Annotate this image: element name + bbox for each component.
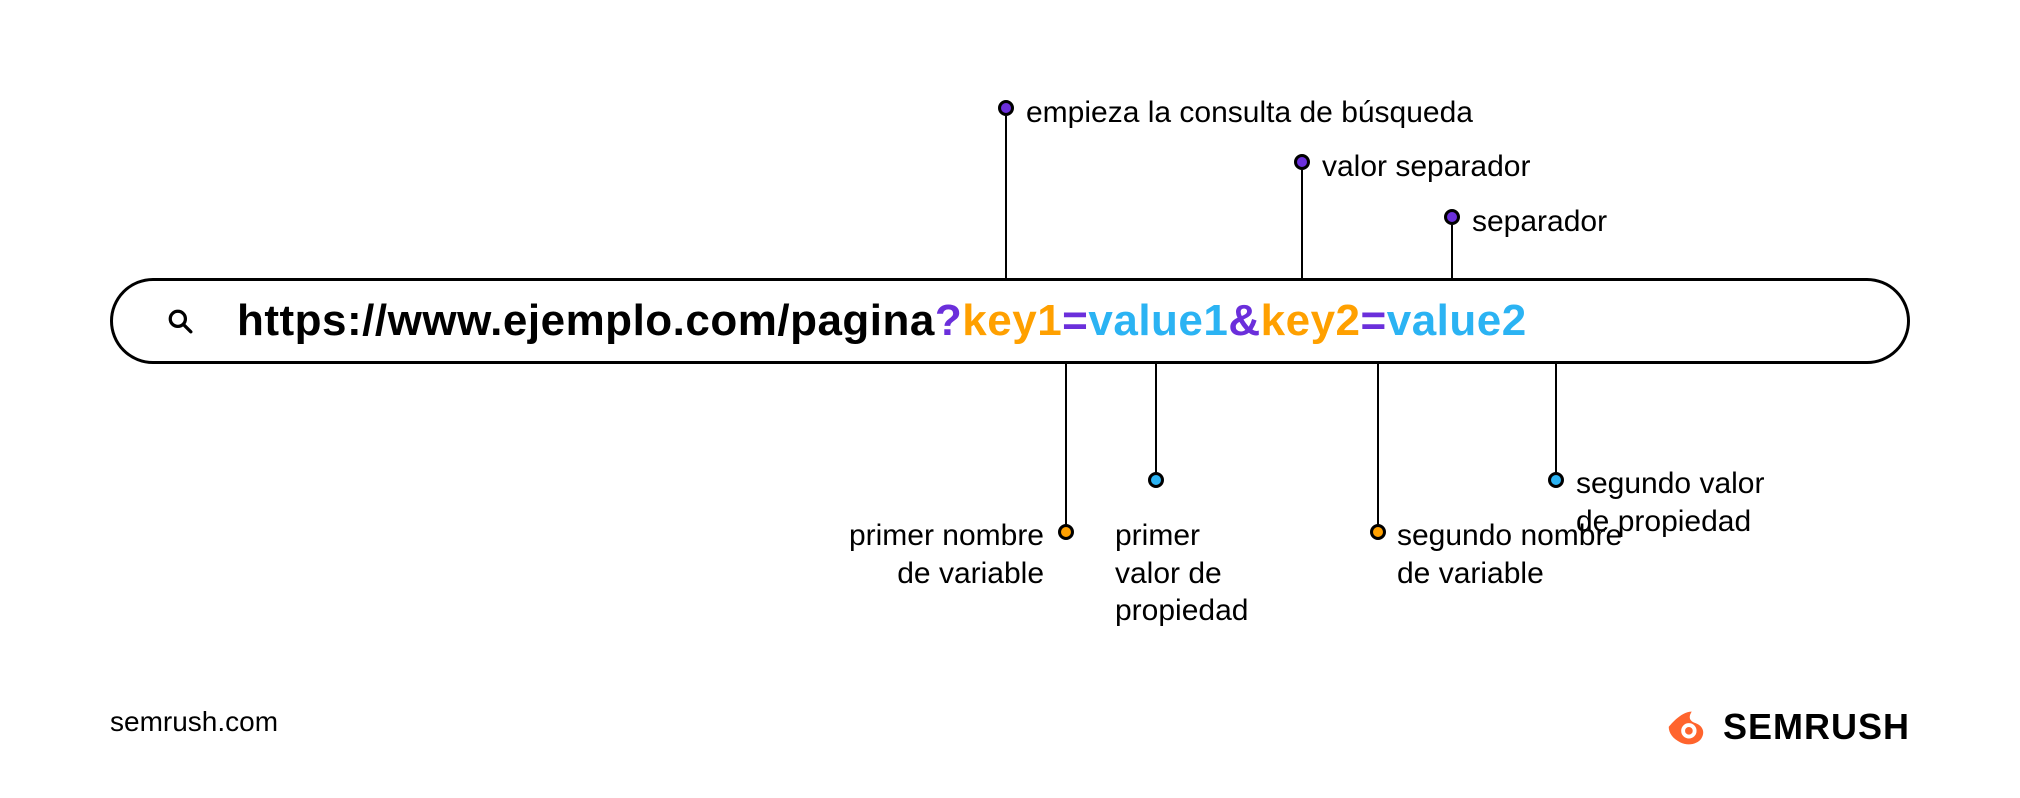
dot-first-var-name <box>1058 524 1074 540</box>
annotation-first-var-name-l2: de variable <box>897 557 1044 590</box>
url-val2: value2 <box>1387 296 1527 345</box>
url-text: https://www.ejemplo.com/pagina?key1=valu… <box>237 299 1527 343</box>
annotation-first-var-name: primer nombre de variable <box>830 517 1044 592</box>
url-qmark: ? <box>935 296 962 345</box>
annotation-value-separator: valor separador <box>1322 148 1530 186</box>
diagram-stage: https://www.ejemplo.com/pagina?key1=valu… <box>0 0 2020 798</box>
url-val1: value1 <box>1088 296 1228 345</box>
annotation-first-prop-val-l2: valor de <box>1115 557 1222 590</box>
annotation-second-var-name-l2: de variable <box>1397 557 1544 590</box>
search-icon <box>167 308 193 334</box>
dot-query-start <box>998 100 1014 116</box>
url-key2: key2 <box>1261 296 1361 345</box>
annotation-first-prop-val-l3: propiedad <box>1115 594 1248 627</box>
footer-brand: SEMRUSH <box>1663 704 1910 750</box>
url-key1: key1 <box>962 296 1062 345</box>
url-bar: https://www.ejemplo.com/pagina?key1=valu… <box>110 278 1910 364</box>
annotation-query-start: empieza la consulta de búsqueda <box>1026 94 1473 132</box>
connector-lines <box>0 0 2020 798</box>
annotation-first-var-name-l1: primer nombre <box>849 519 1044 552</box>
dot-value-separator <box>1294 154 1310 170</box>
annotation-second-prop-val: segundo valor de propiedad <box>1576 465 1764 540</box>
dot-second-prop-val <box>1548 472 1564 488</box>
brand-word: SEMRUSH <box>1723 706 1910 748</box>
semrush-fire-icon <box>1663 704 1709 750</box>
annotation-first-prop-val-l1: primer <box>1115 519 1200 552</box>
dot-second-var-name <box>1370 524 1386 540</box>
dot-separator <box>1444 209 1460 225</box>
footer-site: semrush.com <box>110 706 278 738</box>
annotation-first-prop-val: primer valor de propiedad <box>1115 517 1248 630</box>
url-eq1: = <box>1062 296 1088 345</box>
annotation-second-prop-val-l1: segundo valor <box>1576 467 1764 500</box>
url-base: https://www.ejemplo.com/pagina <box>237 296 935 345</box>
annotation-second-prop-val-l2: de propiedad <box>1576 505 1751 538</box>
annotation-separator: separador <box>1472 203 1607 241</box>
url-eq2: = <box>1361 296 1387 345</box>
url-amp: & <box>1228 296 1260 345</box>
dot-first-prop-val <box>1148 472 1164 488</box>
